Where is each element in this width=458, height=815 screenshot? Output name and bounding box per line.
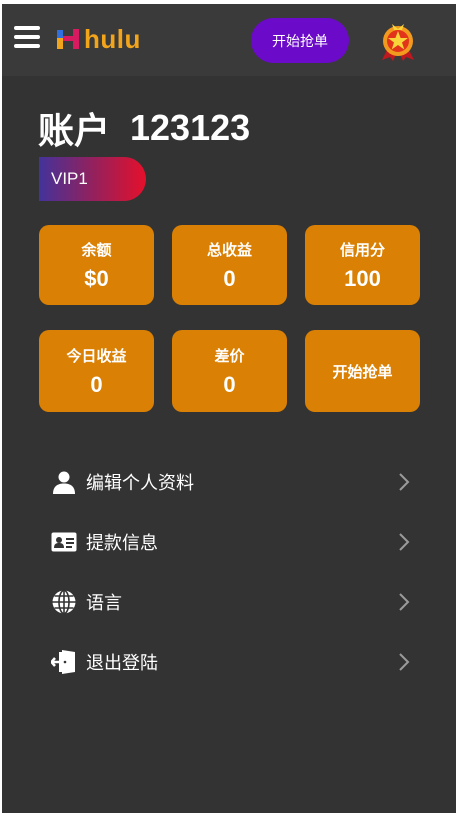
start-grab-card-button[interactable]: 开始抢单 (305, 330, 420, 412)
id-card-icon (50, 528, 78, 556)
card-value: 100 (344, 265, 381, 291)
start-grab-button[interactable]: 开始抢单 (251, 18, 349, 63)
card-label: 总收益 (206, 240, 252, 259)
chevron-right-icon (399, 473, 410, 491)
account-label: 账户 (38, 111, 111, 152)
menu-item-label: 编辑个人资料 (86, 473, 194, 494)
menu-item-language[interactable]: 语言 (50, 580, 414, 624)
card-label: 信用分 (339, 240, 385, 259)
top-bar: hulu 开始抢单 (2, 4, 456, 76)
card-value: 0 (223, 371, 236, 397)
card-label: 开始抢单 (332, 362, 393, 381)
chevron-right-icon (399, 593, 410, 611)
rank-medal-icon[interactable] (378, 20, 418, 62)
card-label: 今日收益 (66, 346, 127, 365)
hamburger-menu-icon[interactable] (14, 26, 40, 48)
user-icon (50, 468, 78, 496)
today-earnings-card: 今日收益 0 (39, 330, 154, 412)
menu-item-logout[interactable]: 退出登陆 (50, 640, 414, 684)
logout-icon (50, 648, 78, 676)
chevron-right-icon (399, 653, 410, 671)
menu-item-label: 退出登陆 (86, 653, 158, 674)
total-earnings-card: 总收益 0 (172, 225, 287, 305)
card-label: 余额 (81, 240, 112, 259)
menu-item-label: 语言 (86, 593, 122, 614)
card-value: $0 (84, 265, 109, 291)
logo-text: hulu (84, 23, 141, 54)
balance-card: 余额 $0 (39, 225, 154, 305)
menu-item-label: 提款信息 (86, 533, 158, 554)
app-screen: hulu 开始抢单 账户 123123 VIP1 余额 $0 总收益 0 信用分 … (2, 4, 456, 813)
credit-score-card: 信用分 100 (305, 225, 420, 305)
card-label: 差价 (214, 346, 245, 365)
vip-level-badge: VIP1 (39, 157, 146, 201)
account-title: 账户 123123 (38, 106, 251, 152)
menu-item-withdrawal-info[interactable]: 提款信息 (50, 520, 414, 564)
globe-icon (50, 588, 78, 616)
price-difference-card: 差价 0 (172, 330, 287, 412)
chevron-right-icon (399, 533, 410, 551)
logo[interactable]: hulu (54, 24, 141, 54)
card-value: 0 (223, 265, 236, 291)
account-number: 123123 (130, 107, 251, 148)
logo-mark-icon (57, 29, 79, 49)
menu-item-edit-profile[interactable]: 编辑个人资料 (50, 460, 414, 504)
card-value: 0 (90, 371, 103, 397)
